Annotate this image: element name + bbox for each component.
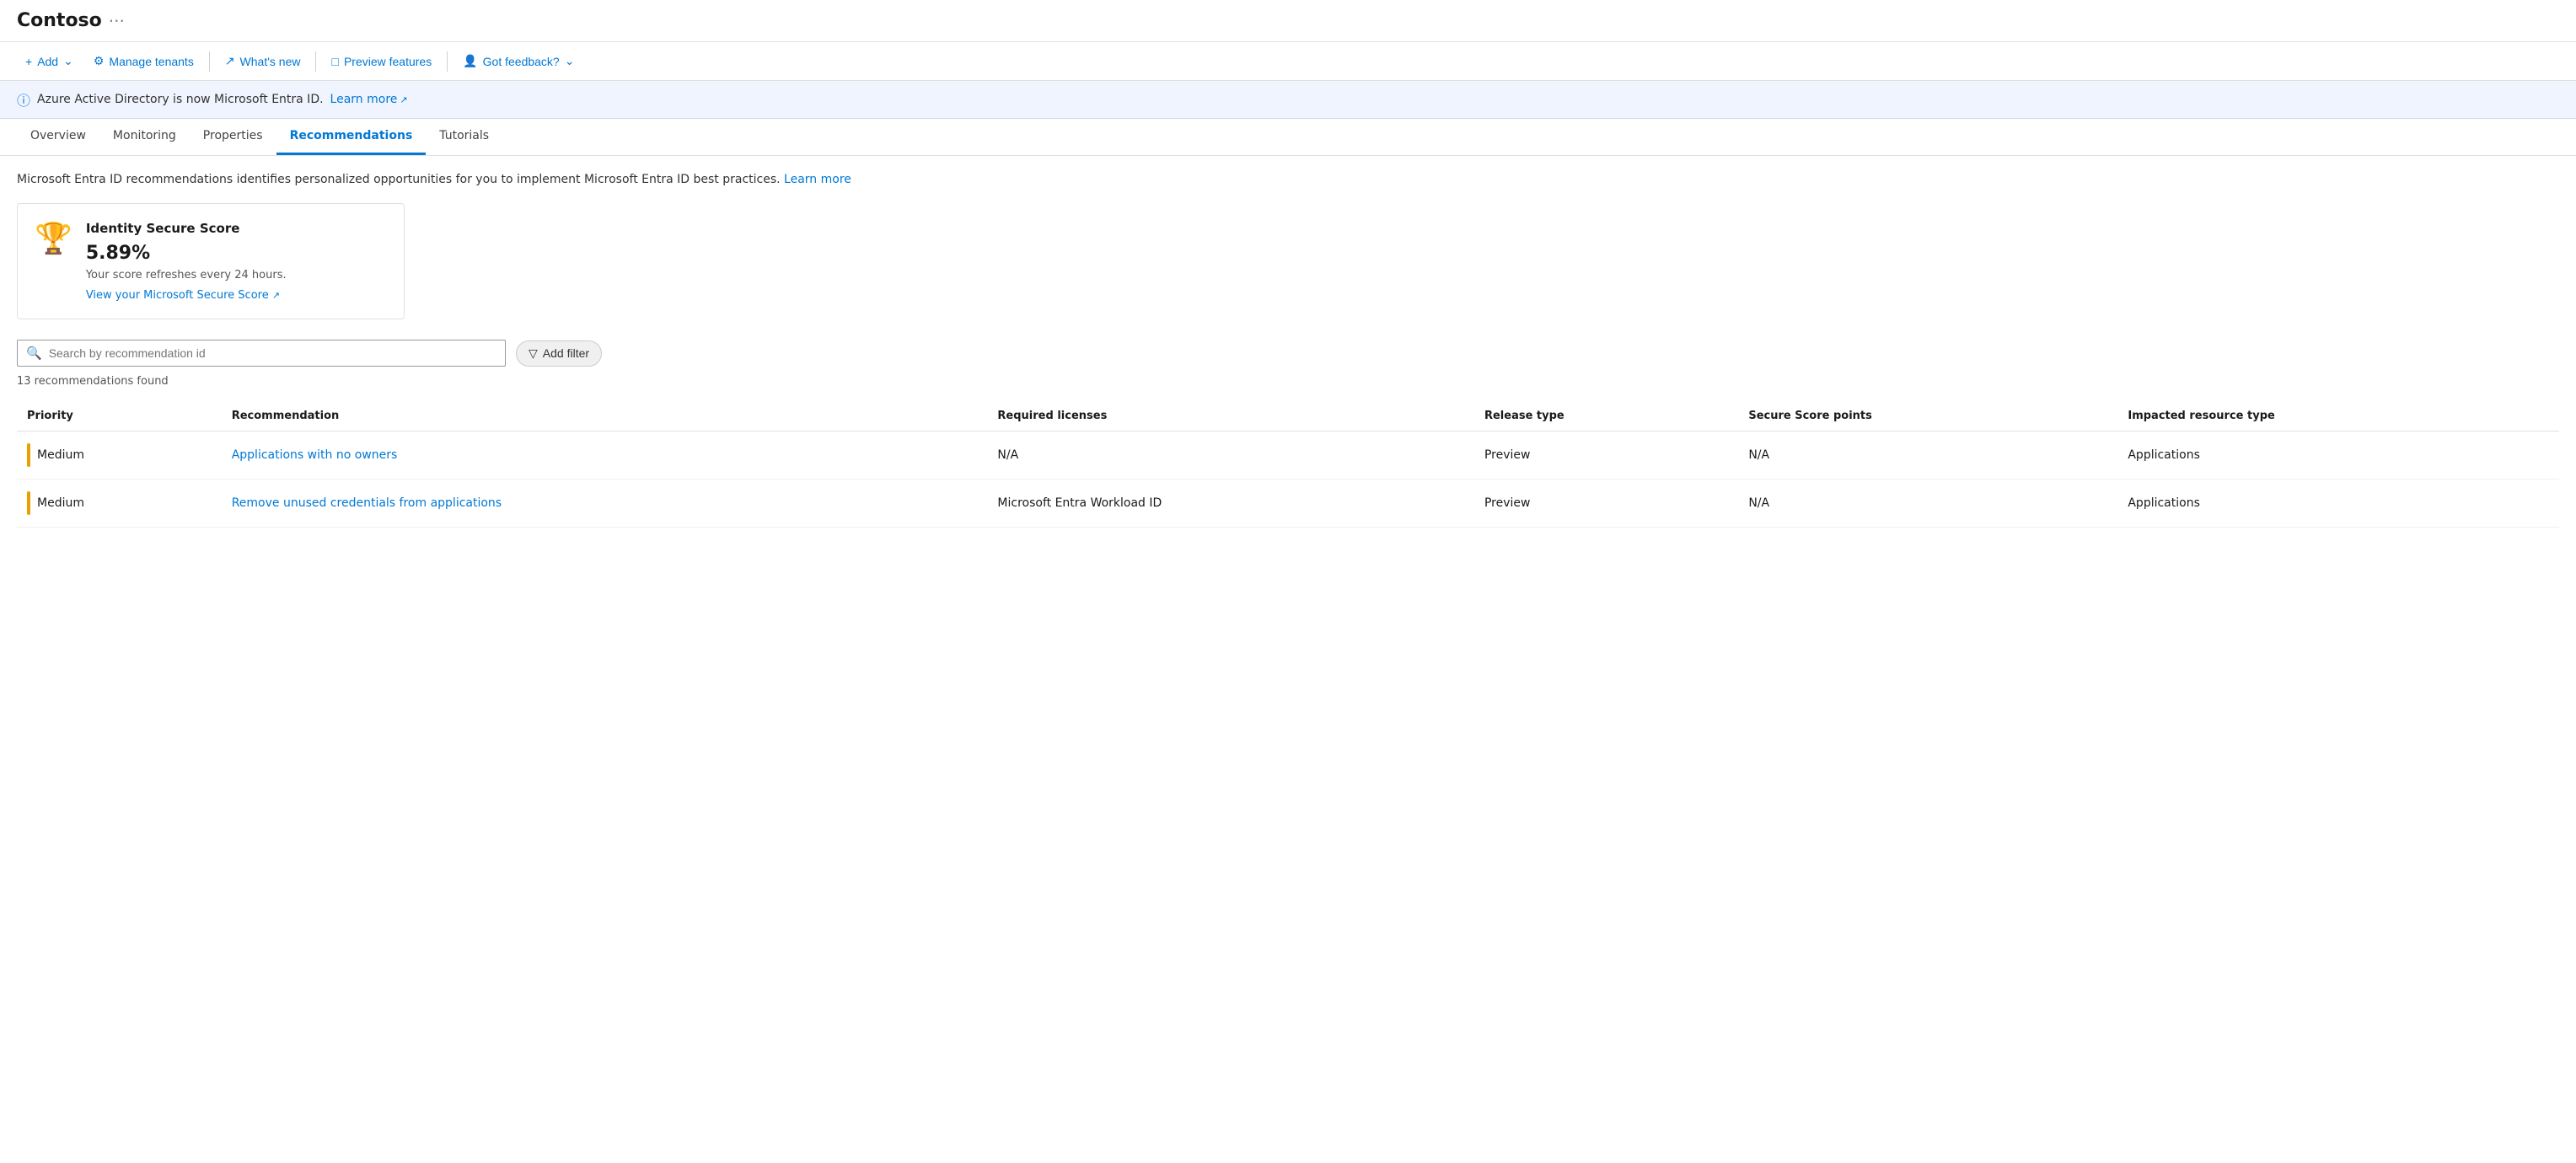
new-icon: ↗ xyxy=(225,54,235,68)
cell-resource-1: Applications xyxy=(2117,431,2559,480)
view-secure-score-link[interactable]: View your Microsoft Secure Score ↗ xyxy=(86,289,280,302)
table-header: Priority Recommendation Required license… xyxy=(17,401,2559,431)
col-priority: Priority xyxy=(17,401,222,431)
score-card: 🏆 Identity Secure Score 5.89% Your score… xyxy=(17,203,405,319)
toolbar-divider-1 xyxy=(209,51,210,72)
score-value: 5.89% xyxy=(86,243,387,264)
info-banner: ⓘ Azure Active Directory is now Microsof… xyxy=(0,81,2576,119)
rec-link-2[interactable]: Remove unused credentials from applicati… xyxy=(232,496,502,510)
external-link-icon: ↗ xyxy=(400,94,407,105)
table-row: Medium Remove unused credentials from ap… xyxy=(17,480,2559,528)
cell-priority-1: Medium xyxy=(17,431,222,480)
col-impacted-resource-type: Impacted resource type xyxy=(2117,401,2559,431)
external-link-icon-score: ↗ xyxy=(272,290,280,301)
main-content: Microsoft Entra ID recommendations ident… xyxy=(0,156,2576,544)
priority-bar-medium-2 xyxy=(27,491,30,515)
page-learn-more-link[interactable]: Learn more xyxy=(784,173,851,186)
preview-features-button[interactable]: □ Preview features xyxy=(323,50,440,73)
col-required-licenses: Required licenses xyxy=(987,401,1474,431)
chevron-down-icon: ⌄ xyxy=(63,54,73,68)
col-secure-score-points: Secure Score points xyxy=(1738,401,2117,431)
toolbar-divider-3 xyxy=(447,51,448,72)
whats-new-button[interactable]: ↗ What's new xyxy=(217,49,309,73)
cell-recommendation-2: Remove unused credentials from applicati… xyxy=(222,480,988,528)
info-banner-text: Azure Active Directory is now Microsoft … xyxy=(37,93,324,106)
tab-recommendations[interactable]: Recommendations xyxy=(276,119,427,155)
toolbar: + Add ⌄ ⚙ Manage tenants ↗ What's new □ … xyxy=(0,42,2576,81)
tab-overview[interactable]: Overview xyxy=(17,119,99,155)
search-icon: 🔍 xyxy=(26,346,42,361)
table-header-row: Priority Recommendation Required license… xyxy=(17,401,2559,431)
tab-monitoring[interactable]: Monitoring xyxy=(99,119,190,155)
filter-icon: ▽ xyxy=(529,346,538,361)
tab-properties[interactable]: Properties xyxy=(190,119,276,155)
tab-tutorials[interactable]: Tutorials xyxy=(426,119,502,155)
got-feedback-button[interactable]: 👤 Got feedback? ⌄ xyxy=(454,49,582,73)
cell-priority-2: Medium xyxy=(17,480,222,528)
col-release-type: Release type xyxy=(1474,401,1738,431)
cell-resource-2: Applications xyxy=(2117,480,2559,528)
nav-tabs: Overview Monitoring Properties Recommend… xyxy=(0,119,2576,156)
rec-link-1[interactable]: Applications with no owners xyxy=(232,448,398,462)
app-title-dots[interactable]: ··· xyxy=(109,11,125,31)
results-count: 13 recommendations found xyxy=(17,375,2559,388)
table-body: Medium Applications with no owners N/A P… xyxy=(17,431,2559,528)
plus-icon: + xyxy=(25,55,32,68)
cell-score-2: N/A xyxy=(1738,480,2117,528)
chevron-down-icon-feedback: ⌄ xyxy=(565,54,575,68)
priority-bar-medium xyxy=(27,443,30,467)
preview-icon: □ xyxy=(331,55,338,68)
app-title: Contoso xyxy=(17,10,102,31)
cell-release-2: Preview xyxy=(1474,480,1738,528)
add-button[interactable]: + Add ⌄ xyxy=(17,49,82,73)
search-box: 🔍 xyxy=(17,340,506,367)
page-description: Microsoft Entra ID recommendations ident… xyxy=(17,173,2559,186)
search-input[interactable] xyxy=(49,346,496,360)
recommendations-table: Priority Recommendation Required license… xyxy=(17,401,2559,528)
cell-release-1: Preview xyxy=(1474,431,1738,480)
trophy-icon: 🏆 xyxy=(35,221,72,256)
learn-more-banner-link[interactable]: Learn more ↗ xyxy=(330,93,408,106)
toolbar-divider-2 xyxy=(315,51,316,72)
table-row: Medium Applications with no owners N/A P… xyxy=(17,431,2559,480)
feedback-icon: 👤 xyxy=(463,54,477,68)
manage-tenants-button[interactable]: ⚙ Manage tenants xyxy=(85,49,202,73)
gear-icon: ⚙ xyxy=(94,54,105,68)
cell-score-1: N/A xyxy=(1738,431,2117,480)
score-content: Identity Secure Score 5.89% Your score r… xyxy=(86,221,387,302)
cell-recommendation-1: Applications with no owners xyxy=(222,431,988,480)
score-note: Your score refreshes every 24 hours. xyxy=(86,269,387,281)
add-filter-button[interactable]: ▽ Add filter xyxy=(516,340,602,367)
cell-licenses-2: Microsoft Entra Workload ID xyxy=(987,480,1474,528)
app-header: Contoso ··· xyxy=(0,0,2576,42)
score-title: Identity Secure Score xyxy=(86,221,387,236)
col-recommendation: Recommendation xyxy=(222,401,988,431)
search-filter-row: 🔍 ▽ Add filter xyxy=(17,340,2559,367)
info-icon: ⓘ xyxy=(17,89,30,110)
cell-licenses-1: N/A xyxy=(987,431,1474,480)
